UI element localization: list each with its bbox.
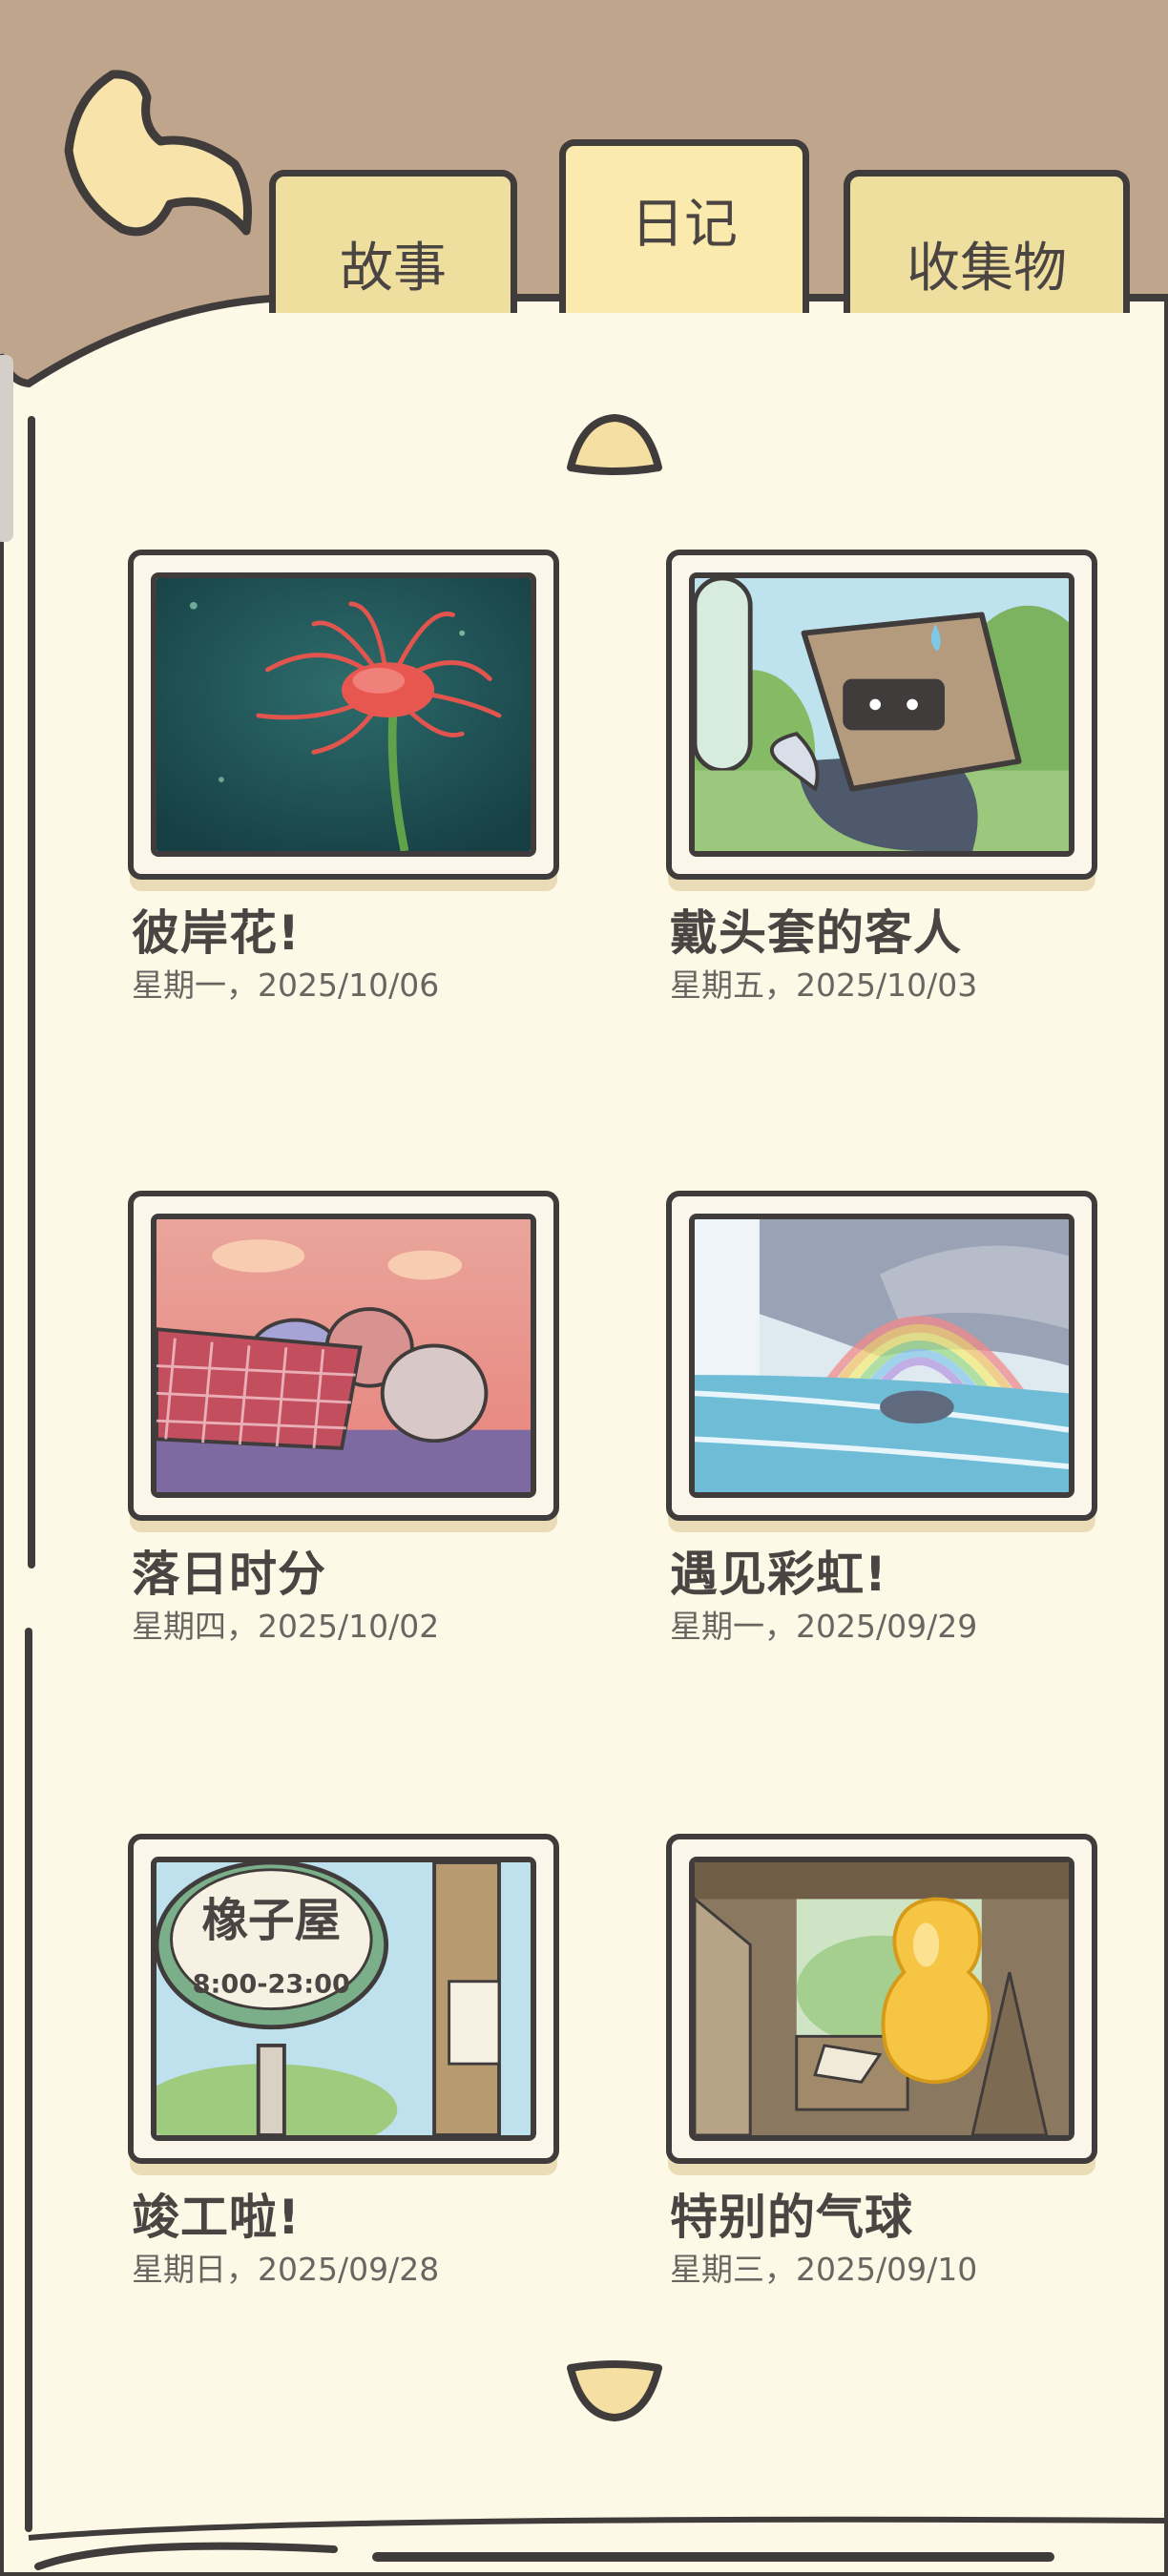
sign-shop-name: 橡子屋 — [202, 1894, 342, 1947]
back-button[interactable] — [55, 59, 256, 250]
tab-story[interactable]: 故事 — [269, 170, 517, 313]
photo-box-head-guest — [689, 572, 1074, 857]
photo-frame — [128, 1191, 559, 1521]
tab-diary-label: 日记 — [631, 194, 738, 256]
photo-sunset-friends — [151, 1214, 536, 1498]
photo-frame — [128, 550, 559, 880]
tab-story-label: 故事 — [340, 238, 447, 300]
entry-date: 星期日，2025/09/28 — [132, 2251, 440, 2288]
entry-title: 竣工啦! — [132, 2190, 301, 2245]
back-arrow-icon — [64, 70, 252, 237]
photo-frame — [666, 1191, 1097, 1521]
scroll-down-button[interactable] — [563, 2357, 666, 2423]
photo-frame — [666, 550, 1097, 880]
entry-date: 星期一，2025/09/29 — [670, 1608, 978, 1645]
entry-title: 落日时分 — [132, 1547, 326, 1602]
triangle-down-icon — [567, 2360, 662, 2421]
tab-collection[interactable]: 收集物 — [844, 170, 1130, 313]
tab-diary[interactable]: 日记 — [559, 139, 809, 313]
photo-rainbow-waterfall — [689, 1214, 1074, 1498]
photo-yellow-balloon — [689, 1857, 1074, 2141]
triangle-up-icon — [567, 414, 662, 475]
photo-shop-sign: 橡子屋 8:00-23:00 — [151, 1857, 536, 2141]
entry-title: 戴头套的客人 — [670, 905, 962, 961]
scroll-up-button[interactable] — [563, 412, 666, 479]
entry-title: 遇见彩虹! — [670, 1547, 887, 1602]
entry-date: 星期四，2025/10/02 — [132, 1608, 440, 1645]
entry-title: 特别的气球 — [670, 2190, 913, 2245]
entry-date: 星期三，2025/09/10 — [670, 2251, 978, 2288]
photo-frame — [666, 1834, 1097, 2164]
entry-date: 星期一，2025/10/06 — [132, 966, 440, 1004]
entry-date: 星期五，2025/10/03 — [670, 966, 978, 1004]
sign-shop-hours: 8:00-23:00 — [193, 1969, 350, 1999]
photo-red-spider-lily — [151, 572, 536, 857]
photo-frame: 橡子屋 8:00-23:00 — [128, 1834, 559, 2164]
entry-title: 彼岸花! — [132, 905, 301, 961]
tab-collection-label: 收集物 — [907, 238, 1067, 300]
